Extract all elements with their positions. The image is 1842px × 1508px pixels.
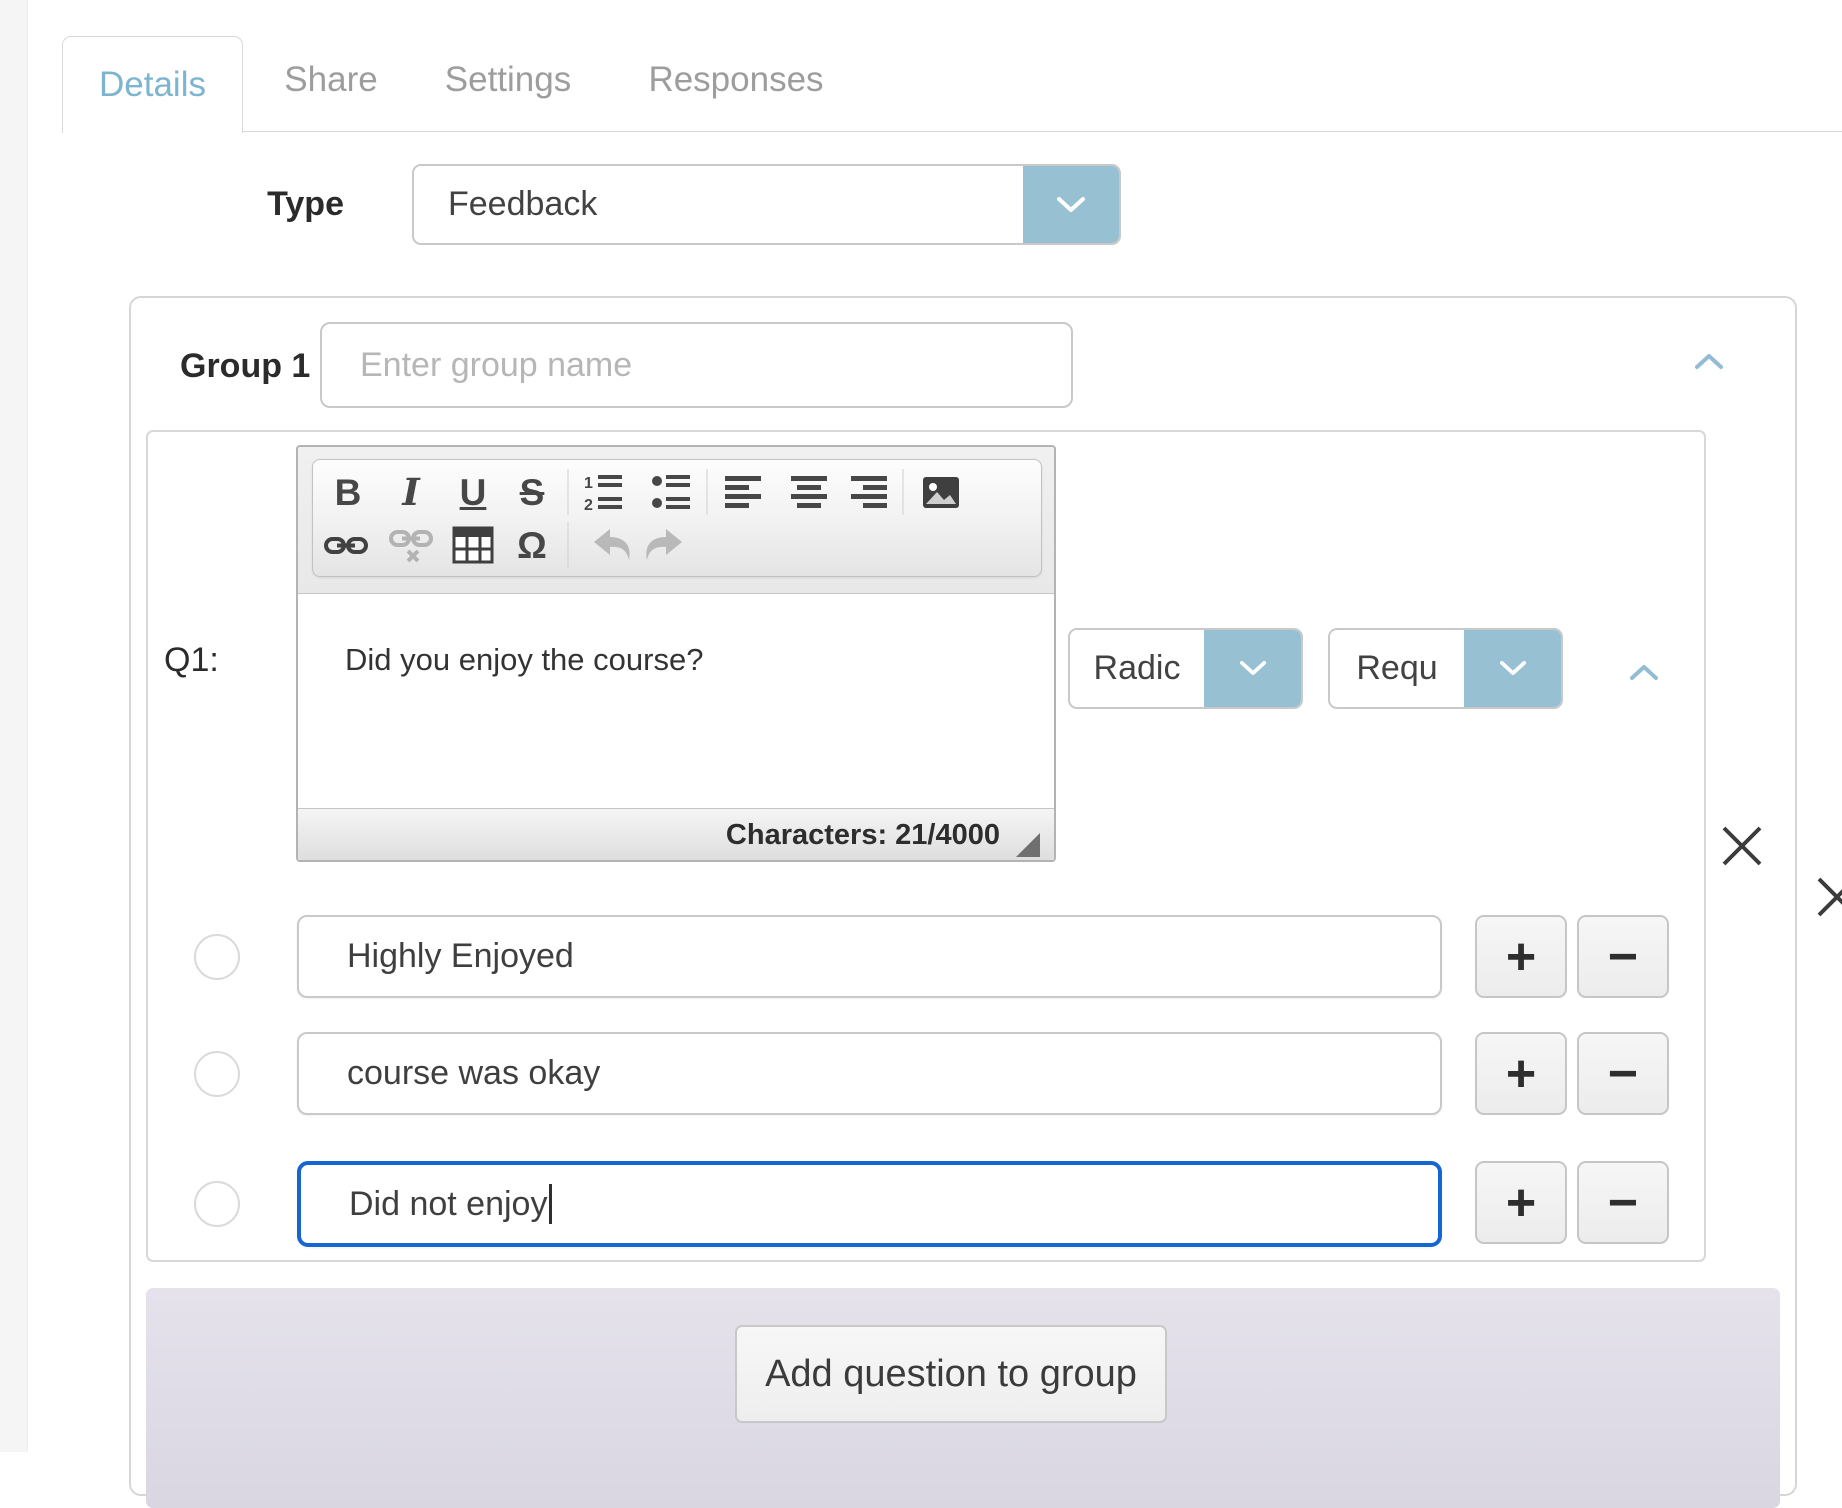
table-icon <box>452 526 494 564</box>
tab-share[interactable]: Share <box>284 60 377 100</box>
chevron-down-icon <box>1499 660 1527 677</box>
required-dropdown-button[interactable] <box>1464 630 1561 707</box>
group-collapse-button[interactable] <box>1694 352 1724 370</box>
toolbar-separator <box>903 469 904 515</box>
option-text: course was okay <box>347 1054 600 1093</box>
tab-settings[interactable]: Settings <box>445 60 571 100</box>
align-left-icon <box>721 470 765 514</box>
add-question-button[interactable]: Add question to group <box>735 1325 1167 1423</box>
add-option-button[interactable]: + <box>1475 915 1567 998</box>
toolbar-separator <box>707 469 708 515</box>
option-input-1[interactable]: Highly Enjoyed <box>297 915 1442 998</box>
type-select-value: Feedback <box>414 166 1023 243</box>
bold-icon: B <box>335 474 362 511</box>
close-icon <box>1718 822 1766 870</box>
strikethrough-icon: S <box>520 474 545 511</box>
undo-button[interactable] <box>584 520 640 570</box>
remove-option-button[interactable]: − <box>1577 915 1669 998</box>
type-select[interactable]: Feedback <box>412 164 1121 245</box>
question-number-label: Q1: <box>164 641 219 680</box>
align-center-button[interactable] <box>781 467 837 517</box>
redo-button[interactable] <box>636 520 692 570</box>
text-cursor <box>549 1184 552 1224</box>
link-button[interactable] <box>318 520 374 570</box>
redo-icon <box>642 527 686 563</box>
tabbar-divider <box>62 131 1842 132</box>
plus-icon: + <box>1506 1177 1536 1229</box>
close-icon <box>1813 873 1842 921</box>
required-value: Requ <box>1330 630 1464 707</box>
question-type-dropdown-button[interactable] <box>1204 630 1301 707</box>
group-label: Group 1 <box>180 347 310 386</box>
required-select[interactable]: Requ <box>1328 628 1563 709</box>
ordered-list-button[interactable]: 1 2 <box>576 467 632 517</box>
left-gutter <box>0 0 28 1452</box>
tab-details[interactable]: Details <box>62 36 243 133</box>
plus-icon: + <box>1506 1048 1536 1100</box>
plus-icon: + <box>1506 931 1536 983</box>
minus-icon: − <box>1608 1048 1638 1100</box>
group-name-input[interactable] <box>320 322 1073 408</box>
ordered-list-icon: 1 2 <box>582 470 626 514</box>
link-icon <box>323 531 369 559</box>
toolbar-separator <box>568 469 569 515</box>
unlink-button[interactable] <box>383 520 439 570</box>
add-option-button[interactable]: + <box>1475 1032 1567 1115</box>
align-left-button[interactable] <box>715 467 771 517</box>
question-text: Did you enjoy the course? <box>345 642 703 678</box>
option-text: Did not enjoy <box>349 1185 547 1224</box>
unlink-icon <box>388 527 434 563</box>
chevron-down-icon <box>1239 660 1267 677</box>
tab-responses[interactable]: Responses <box>648 60 823 100</box>
strikethrough-button[interactable]: S <box>504 467 560 517</box>
insert-table-button[interactable] <box>445 520 501 570</box>
question-collapse-button[interactable] <box>1629 663 1659 681</box>
editor-content-area[interactable] <box>298 593 1054 808</box>
remove-option-button[interactable]: − <box>1577 1032 1669 1115</box>
delete-group-button[interactable] <box>1813 873 1842 921</box>
undo-icon <box>590 527 634 563</box>
align-right-button[interactable] <box>841 467 897 517</box>
option-radio[interactable] <box>194 1181 240 1227</box>
chevron-up-icon <box>1694 352 1724 370</box>
underline-button[interactable]: U <box>445 467 501 517</box>
svg-text:1: 1 <box>584 475 593 492</box>
option-input-3-focused[interactable]: Did not enjoy <box>297 1161 1442 1247</box>
italic-icon: I <box>402 474 419 511</box>
tab-details-label: Details <box>99 65 206 105</box>
chevron-down-icon <box>1056 196 1086 214</box>
chevron-up-icon <box>1629 663 1659 681</box>
type-label: Type <box>140 185 344 224</box>
italic-button[interactable]: I <box>383 467 439 517</box>
align-center-icon <box>787 470 831 514</box>
svg-text:2: 2 <box>584 497 593 514</box>
character-counter: Characters: 21/4000 <box>726 819 1000 852</box>
bold-button[interactable]: B <box>320 467 376 517</box>
minus-icon: − <box>1608 1177 1638 1229</box>
underline-icon: U <box>460 474 487 511</box>
toolbar-separator <box>568 522 569 568</box>
align-right-icon <box>847 470 891 514</box>
resize-grip[interactable] <box>1016 833 1040 857</box>
type-select-dropdown-button[interactable] <box>1023 166 1119 243</box>
option-radio[interactable] <box>194 1051 240 1097</box>
option-text: Highly Enjoyed <box>347 937 574 976</box>
image-icon <box>919 470 963 514</box>
omega-icon: Ω <box>517 527 547 564</box>
delete-question-button[interactable] <box>1718 822 1766 870</box>
option-input-2[interactable]: course was okay <box>297 1032 1442 1115</box>
remove-option-button[interactable]: − <box>1577 1161 1669 1244</box>
minus-icon: − <box>1608 931 1638 983</box>
special-char-button[interactable]: Ω <box>504 520 560 570</box>
question-type-select[interactable]: Radic <box>1068 628 1303 709</box>
add-option-button[interactable]: + <box>1475 1161 1567 1244</box>
option-radio[interactable] <box>194 934 240 980</box>
insert-image-button[interactable] <box>913 467 969 517</box>
bullet-list-button[interactable] <box>644 467 700 517</box>
add-question-label: Add question to group <box>765 1353 1137 1396</box>
bullet-list-icon <box>650 470 694 514</box>
question-type-value: Radic <box>1070 630 1204 707</box>
